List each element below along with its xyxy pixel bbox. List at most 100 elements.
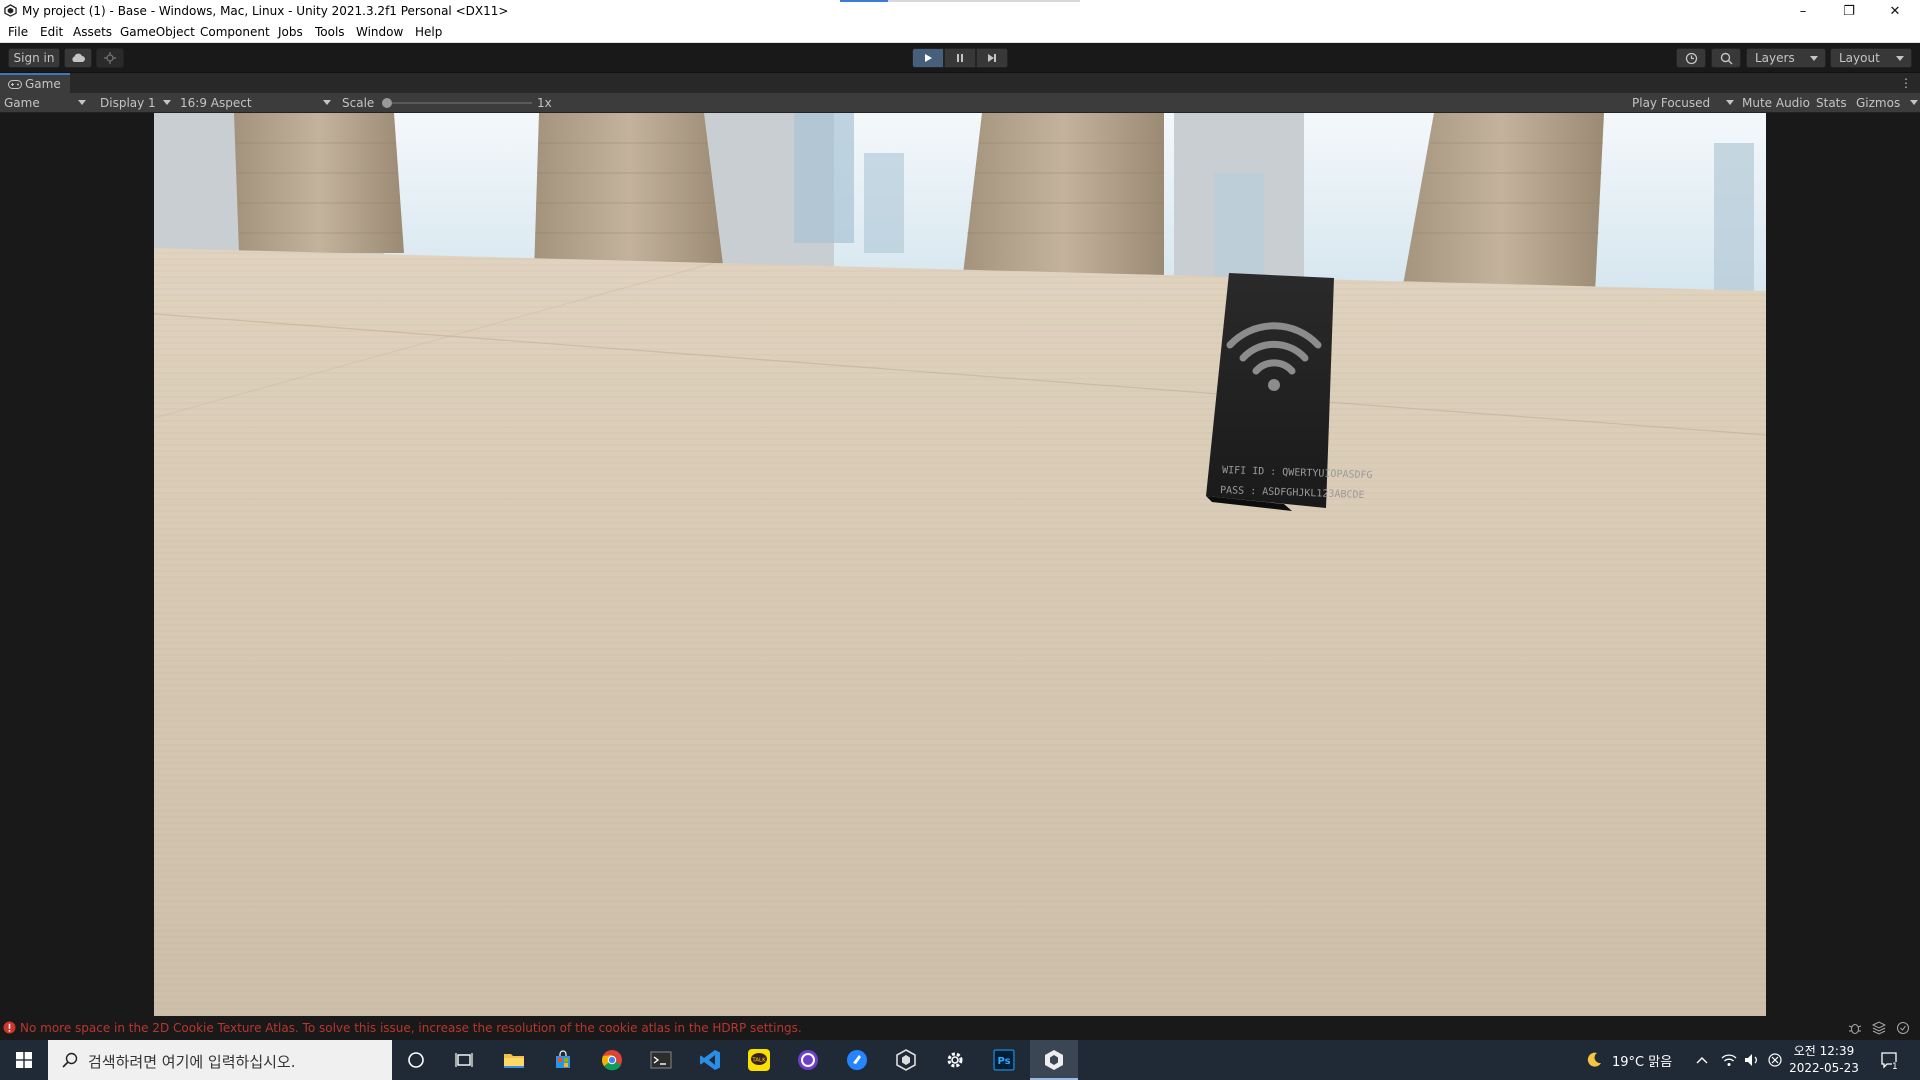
ime-button[interactable] <box>1768 1040 1782 1080</box>
chrome-button[interactable] <box>598 1046 626 1074</box>
weather-widget[interactable]: 19°C 맑음 <box>1586 1040 1672 1080</box>
menu-file[interactable]: File <box>8 25 28 39</box>
layers-dropdown[interactable]: Layers <box>1746 48 1826 68</box>
network-button[interactable] <box>1721 1040 1737 1080</box>
console-error-message[interactable]: No more space in the 2D Cookie Texture A… <box>20 1021 802 1035</box>
play-controls <box>912 48 1008 68</box>
close-button[interactable]: ✕ <box>1872 0 1918 22</box>
progress-circle-icon[interactable] <box>1896 1021 1910 1035</box>
volume-button[interactable] <box>1744 1040 1760 1080</box>
file-explorer-button[interactable] <box>500 1046 528 1074</box>
restore-button[interactable]: ❐ <box>1826 0 1872 22</box>
sourcetree-button[interactable] <box>843 1046 871 1074</box>
scale-slider-handle[interactable] <box>382 98 392 108</box>
rendered-scene: WIFI ID : QWERTYUIOPASDFG PASS : ASDFGHJ… <box>154 113 1766 1016</box>
search-icon <box>1720 52 1732 64</box>
gear-icon <box>947 1052 963 1068</box>
pause-button[interactable] <box>944 48 976 68</box>
kakaotalk-button[interactable]: TALK <box>745 1046 773 1074</box>
game-viewport[interactable]: WIFI ID : QWERTYUIOPASDFG PASS : ASDFGHJ… <box>154 113 1766 1016</box>
cloud-button[interactable] <box>64 48 92 68</box>
step-icon <box>988 54 996 62</box>
clock-date: 2022-05-23 <box>1789 1061 1859 1075</box>
chevron-down-icon <box>1896 56 1904 61</box>
game-mode-dropdown[interactable]: Game <box>0 93 90 113</box>
start-button[interactable] <box>10 1046 38 1074</box>
menu-assets[interactable]: Assets <box>73 25 112 39</box>
play-mode-dropdown[interactable]: Play Focused <box>1628 93 1738 113</box>
menu-component[interactable]: Component <box>200 25 270 39</box>
play-mode-label: Play Focused <box>1632 96 1711 110</box>
photoshop-icon: Ps <box>993 1049 1015 1071</box>
scale-label: Scale <box>342 96 375 110</box>
notification-center-button[interactable]: 1 <box>1880 1040 1898 1080</box>
aspect-dropdown[interactable]: 16:9 Aspect <box>176 93 334 113</box>
chevron-down-icon <box>78 100 86 105</box>
store-button[interactable] <box>549 1046 577 1074</box>
chevron-down-icon <box>1810 56 1818 61</box>
gamepad-icon <box>8 80 22 89</box>
menu-window[interactable]: Window <box>356 25 403 39</box>
windows-taskbar: 검색하려면 여기에 입력하십시오. TALK Ps 19°C 맑음 오전 12:… <box>0 1040 1920 1080</box>
sourcetree-icon <box>847 1050 867 1070</box>
history-button[interactable] <box>1676 48 1706 68</box>
github-button[interactable] <box>794 1046 822 1074</box>
sign-in-button[interactable]: Sign in <box>8 48 60 68</box>
search-icon <box>62 1052 78 1068</box>
task-view-button[interactable] <box>450 1046 478 1074</box>
layers-label: Layers <box>1755 51 1795 65</box>
clock[interactable]: 오전 12:39 2022-05-23 <box>1788 1043 1860 1077</box>
play-button[interactable] <box>912 48 944 68</box>
mute-audio-button[interactable]: Mute Audio <box>1742 96 1810 110</box>
terminal-button[interactable] <box>647 1046 675 1074</box>
layers-stack-icon[interactable] <box>1872 1021 1886 1035</box>
title-progress-indicator <box>840 0 888 2</box>
menu-bar: File Edit Assets GameObject Component Jo… <box>0 22 1920 43</box>
menu-gameobject[interactable]: GameObject <box>120 25 195 39</box>
tray-overflow-button[interactable] <box>1696 1040 1708 1080</box>
unity-hub-button[interactable] <box>892 1046 920 1074</box>
game-view-toolbar: Game Display 1 16:9 Aspect Scale 1x Play… <box>0 93 1920 113</box>
moon-icon <box>1587 1052 1601 1067</box>
gizmos-dropdown[interactable]: Gizmos <box>1852 93 1920 113</box>
menu-help[interactable]: Help <box>415 25 442 39</box>
main-toolbar: Sign in Layers Layout <box>0 43 1920 73</box>
cloud-icon <box>72 53 85 62</box>
menu-edit[interactable]: Edit <box>40 25 63 39</box>
error-icon <box>3 1021 16 1034</box>
kebab-menu-icon[interactable]: ⋮ <box>1900 76 1912 90</box>
game-tab-bar: Game ⋮ <box>0 73 1920 93</box>
search-button[interactable] <box>1711 48 1741 68</box>
chevron-down-icon <box>1910 100 1918 105</box>
menu-tools[interactable]: Tools <box>315 25 345 39</box>
menu-jobs[interactable]: Jobs <box>278 25 303 39</box>
step-button[interactable] <box>976 48 1008 68</box>
layout-dropdown[interactable]: Layout <box>1830 48 1912 68</box>
settings-button[interactable] <box>941 1046 969 1074</box>
play-icon <box>925 54 932 62</box>
photoshop-button[interactable]: Ps <box>990 1046 1018 1074</box>
store-bag-icon <box>556 1050 570 1068</box>
window-titlebar: My project (1) - Base - Windows, Mac, Li… <box>0 0 1920 22</box>
weather-text: 19°C 맑음 <box>1612 1054 1673 1070</box>
minimize-button[interactable]: – <box>1780 0 1826 22</box>
taskbar-search[interactable]: 검색하려면 여기에 입력하십시오. <box>48 1040 392 1080</box>
speaker-icon <box>1745 1054 1757 1066</box>
tab-game-label: Game <box>25 77 61 91</box>
unity-editor-button[interactable] <box>1030 1040 1078 1080</box>
tab-game[interactable]: Game <box>0 73 70 93</box>
cortana-button[interactable] <box>402 1046 430 1074</box>
display-dropdown[interactable]: Display 1 <box>96 93 174 113</box>
svg-text:TALK: TALK <box>751 1058 766 1064</box>
collab-icon <box>104 52 116 64</box>
folder-icon <box>504 1054 524 1068</box>
collab-button[interactable] <box>96 48 124 68</box>
unity-icon <box>1045 1050 1063 1070</box>
scale-slider-track[interactable] <box>382 102 532 104</box>
wifi-icon <box>1721 1054 1737 1066</box>
bug-icon[interactable] <box>1848 1021 1862 1035</box>
status-bar[interactable]: No more space in the 2D Cookie Texture A… <box>0 1016 1920 1040</box>
window-title: My project (1) - Base - Windows, Mac, Li… <box>22 4 509 18</box>
stats-button[interactable]: Stats <box>1816 96 1847 110</box>
vscode-button[interactable] <box>696 1046 724 1074</box>
